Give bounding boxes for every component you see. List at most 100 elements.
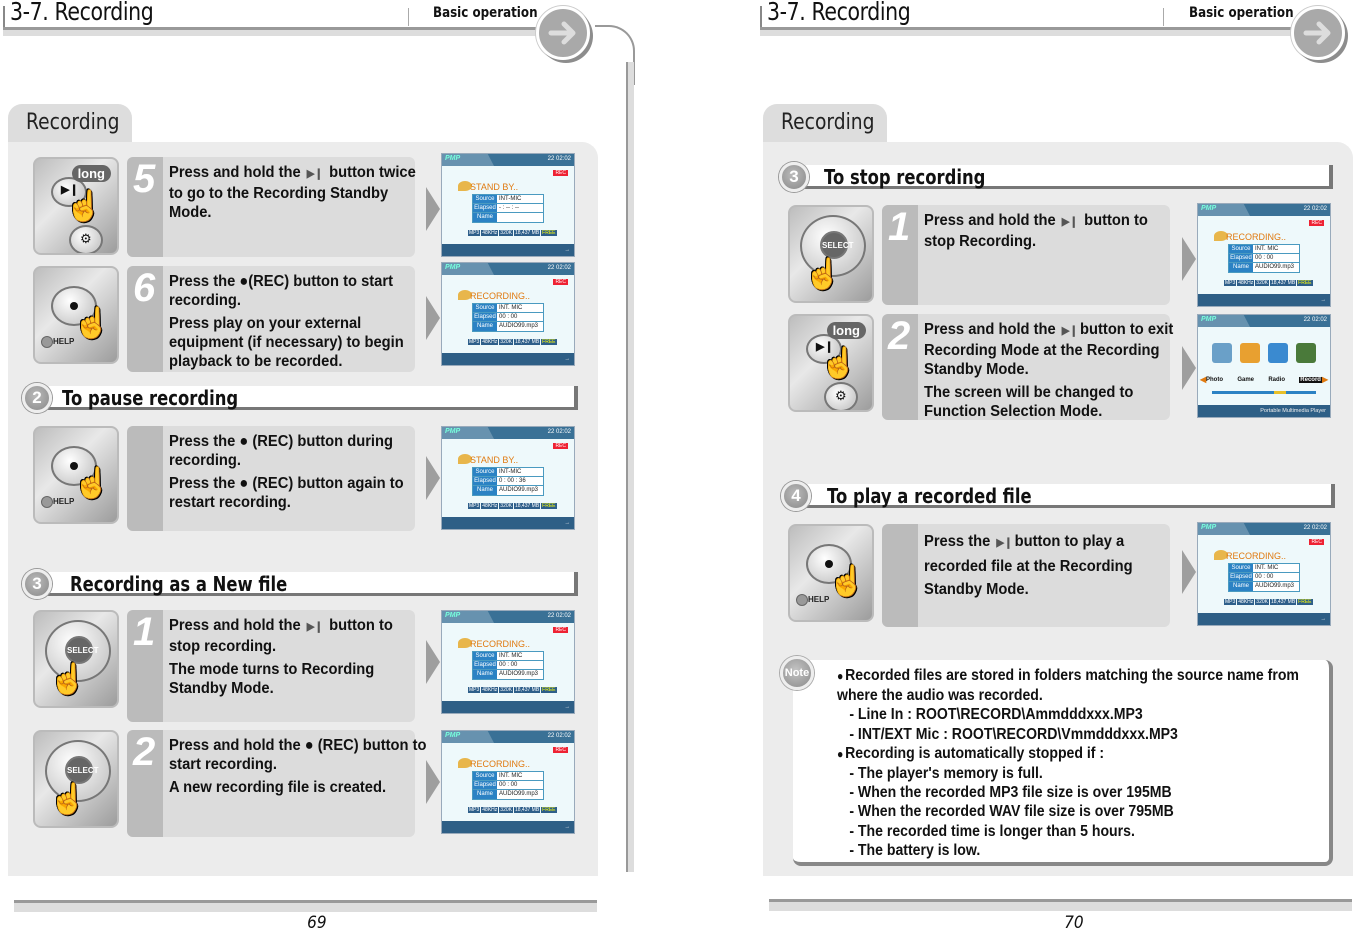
format-tag: 18,437 MB: [513, 807, 541, 813]
step-number: 1: [888, 205, 911, 249]
screen-status: 22 02:02: [547, 733, 571, 739]
section-title: To play a recorded file: [827, 484, 1032, 508]
recording-mode-label: RECORDING..: [1226, 551, 1287, 561]
field-label: Name: [1229, 263, 1253, 272]
field-row: Source INT. MIC: [1229, 245, 1299, 254]
device-screen-function-select: PMP 22 02:02 ◀ ▶ Photo Game Radio Record Portabl…: [1197, 314, 1331, 418]
screen-top-bar: PMP 22 02:02: [442, 263, 574, 275]
arrow-right-icon: [548, 21, 576, 45]
function-thumbnails: [1212, 343, 1316, 363]
field-row: Elapsed - : -- : --: [473, 204, 543, 213]
field-row: Elapsed 00 : 00: [473, 313, 543, 322]
field-value: INT-MIC: [499, 196, 522, 202]
field-row: Name: [473, 213, 543, 222]
header-rule-shadow: [3, 30, 548, 36]
arrow-right-icon: [1303, 21, 1331, 45]
rec-badge: REC: [1309, 539, 1324, 545]
format-tag: 48KHz: [1237, 599, 1255, 605]
field-value: 0 : 00 : 36: [499, 478, 526, 484]
field-value: 00 : 00: [499, 662, 518, 668]
field-row: Name AUDIO99.mp3: [1229, 263, 1299, 272]
field-row: Name AUDIO99.mp3: [473, 670, 543, 679]
function-item[interactable]: Photo: [1206, 377, 1223, 383]
field-label: Elapsed: [473, 781, 497, 789]
field-value: AUDIO99.mp3: [1255, 583, 1295, 589]
screen-status: 22 02:02: [1303, 317, 1327, 323]
section-label: Basic operation: [433, 5, 538, 21]
screen-top-bar: PMP 22 02:02: [442, 427, 574, 439]
device-rec-button-image: ☝ HELP: [788, 524, 874, 622]
screen-bottom-bar: →: [442, 821, 574, 833]
field-row: Elapsed 00 : 00: [1229, 254, 1299, 263]
step-instructions: Press the ● (REC) button during recordin…: [169, 432, 427, 516]
function-scroll-bar: [1212, 391, 1316, 394]
field-value: [497, 213, 499, 222]
screen-status: 22 02:02: [547, 429, 571, 435]
format-info: MP3 48KHz 320K 18,437 MB FREE: [468, 503, 557, 509]
section-header-new-file: 3 Recording as a New file: [22, 569, 578, 599]
field-row: Source INT. MIC: [473, 772, 543, 781]
screen-bottom-bar: →: [1198, 294, 1330, 306]
field-value: - : -- : --: [499, 205, 519, 211]
instruction-text: The screen will be changed to Function S…: [924, 384, 1134, 420]
next-arrow-button[interactable]: [536, 6, 590, 60]
format-info: MP3 48KHz 320K 18,437 MB FREE: [468, 807, 557, 813]
footer-rule-shadow: [769, 902, 1352, 911]
instruction-text: Press and hold the: [169, 164, 301, 181]
step-instructions: Press and hold the ▶❙ button to exit Reco…: [924, 320, 1182, 425]
screen-bottom-bar: →: [1198, 613, 1330, 625]
recording-fields: Source INT. MIC Elapsed 00 : 00 Name AUDIO99.…: [1228, 244, 1300, 273]
screen-status: 22 02:02: [547, 613, 571, 619]
rec-dot-icon: ●: [304, 737, 314, 754]
instruction-text: Press the: [169, 475, 236, 492]
page-69: 3-7. Recording Basic operation Recording…: [0, 0, 640, 933]
next-arrow-button[interactable]: [1291, 6, 1345, 60]
rec-badge: REC: [553, 627, 568, 633]
function-menu: Photo Game Radio Record: [1206, 377, 1322, 383]
field-value: INT-MIC: [499, 469, 522, 475]
field-label: Source: [1229, 245, 1253, 253]
instruction-text: A new recording file is created.: [169, 779, 387, 796]
format-tag: FREE: [541, 503, 557, 509]
section-number-badge: 3: [22, 569, 52, 599]
screen-bottom-text: →: [564, 824, 571, 830]
screen-top-bar: PMP 22 02:02: [442, 154, 574, 166]
field-label: Elapsed: [473, 477, 497, 485]
tab-label: Recording: [781, 110, 875, 135]
field-label: Name: [473, 670, 497, 679]
device-screen-recording: PMP 22 02:02 REC RECORDING.. Source INT. MIC E…: [441, 262, 575, 366]
recording-fields: Source INT. MIC Elapsed 00 : 00 Name AUDIO99.…: [472, 771, 544, 800]
format-tag: FREE: [1297, 599, 1313, 605]
format-tag: 320K: [1255, 599, 1269, 605]
step-number: 2: [888, 314, 911, 358]
long-press-badge: long: [826, 322, 866, 339]
field-row: Elapsed 00 : 00: [473, 661, 543, 670]
field-value: INT. MIC: [499, 305, 523, 311]
format-tag: MP3: [468, 230, 481, 236]
section-title: To stop recording: [824, 165, 986, 189]
note-box: Recorded files are stored in folders mat…: [793, 660, 1333, 866]
format-tag: MP3: [468, 339, 481, 345]
screen-top-bar: PMP 22 02:02: [1198, 204, 1330, 216]
device-play-button-image: ▶❙ long ⚙ ☝: [33, 157, 119, 255]
screen-bottom-text: →: [564, 247, 571, 253]
function-item[interactable]: Game: [1237, 377, 1254, 383]
function-item[interactable]: Record: [1299, 377, 1322, 383]
select-label: SELECT: [67, 646, 99, 655]
select-label: SELECT: [67, 766, 99, 775]
field-label: Elapsed: [473, 313, 497, 321]
format-tag: 48KHz: [481, 807, 499, 813]
pointing-hand-icon: ☝: [73, 307, 111, 340]
pointing-hand-icon: ☝: [804, 258, 842, 291]
function-item[interactable]: Radio: [1268, 377, 1285, 383]
format-tag: FREE: [541, 230, 557, 236]
field-value: AUDIO99.mp3: [499, 487, 539, 493]
format-tag: 320K: [499, 687, 513, 693]
header-tick: [3, 6, 5, 28]
play-pause-icon: ▶❙: [306, 621, 324, 633]
format-tag: 48KHz: [481, 503, 499, 509]
field-label: Elapsed: [473, 661, 497, 669]
page-title: 3-7. Recording: [10, 0, 154, 26]
device-rec-button-image: ☝ HELP: [33, 266, 119, 364]
screen-bottom-text: →: [564, 520, 571, 526]
